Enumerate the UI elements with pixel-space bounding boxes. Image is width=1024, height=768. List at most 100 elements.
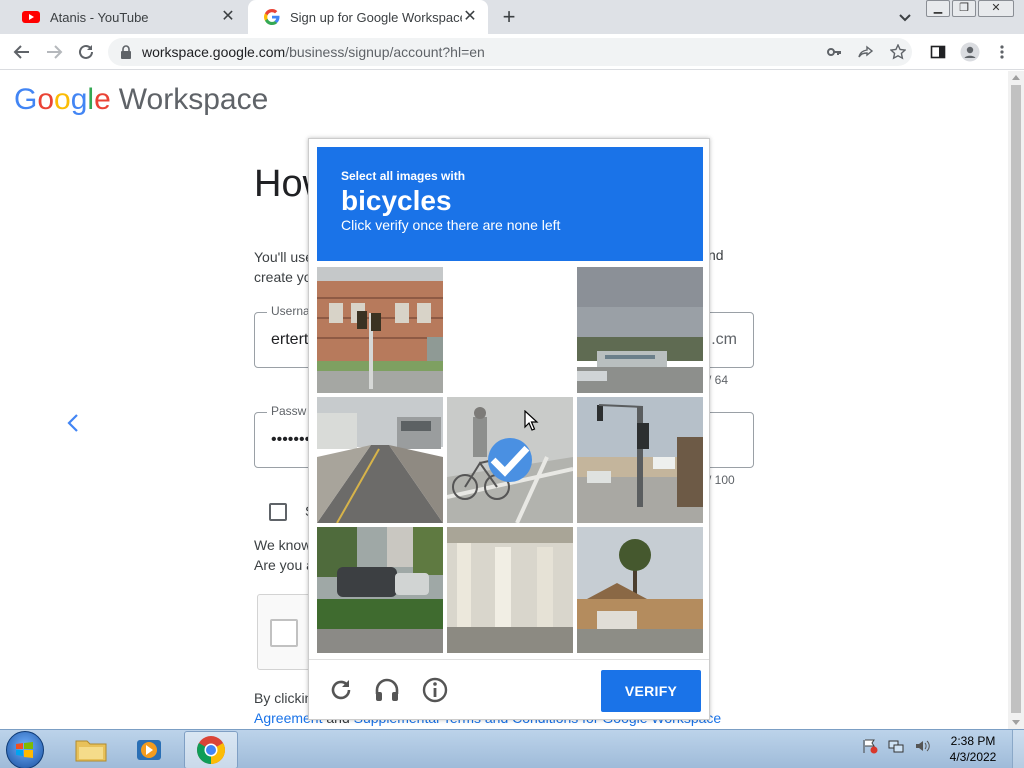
url-text: workspace.google.com/business/signup/acc… — [142, 44, 485, 60]
username-counter: / 64 — [708, 373, 729, 387]
tile-image — [447, 527, 573, 653]
chevron-down-icon[interactable] — [896, 8, 914, 26]
tile-image — [317, 527, 443, 653]
reload-button[interactable] — [74, 40, 98, 64]
folder-icon — [75, 740, 107, 762]
new-tab-button[interactable]: + — [498, 5, 520, 29]
recaptcha-challenge: Select all images with bicycles Click ve… — [308, 138, 710, 720]
selected-check-icon — [488, 438, 532, 482]
url-host: workspace.google.com — [142, 44, 286, 60]
image-tile-2[interactable] — [447, 267, 573, 393]
info-icon[interactable] — [421, 676, 449, 704]
audio-headphones-icon[interactable] — [373, 676, 401, 704]
mouse-cursor-icon — [524, 410, 539, 431]
tab-bar: Atanis - YouTube ✕ Sign up for Google Wo… — [0, 0, 1024, 34]
image-tile-7[interactable] — [317, 527, 443, 653]
password-label: Passw — [267, 404, 311, 418]
scrollbar-thumb[interactable] — [1011, 85, 1021, 713]
show-password-checkbox[interactable] — [269, 503, 287, 521]
robot-check-text: We know Are you a — [254, 535, 314, 575]
image-tile-3[interactable] — [577, 267, 703, 393]
restore-button[interactable]: ❐ — [952, 0, 976, 17]
profile-avatar-icon[interactable] — [958, 40, 982, 64]
tab-title: Sign up for Google Workspace — [290, 9, 462, 25]
username-value: ertert — [271, 331, 309, 348]
page-scrollbar[interactable] — [1008, 71, 1024, 729]
tab-close-icon[interactable]: ✕ — [220, 9, 236, 25]
password-counter: / 100 — [708, 473, 735, 487]
chevron-left-icon[interactable] — [62, 411, 86, 435]
workspace-wordmark: Workspace — [118, 83, 269, 116]
chrome-icon — [197, 736, 225, 764]
show-desktop-button[interactable] — [1012, 730, 1024, 768]
taskbar-file-explorer[interactable] — [64, 731, 118, 768]
share-icon[interactable] — [854, 40, 878, 64]
password-value: ••••••• — [271, 431, 311, 448]
tile-image — [317, 397, 443, 523]
tile-image — [577, 527, 703, 653]
url-path: /business/signup/account?hl=en — [285, 44, 485, 60]
recaptcha-checkbox[interactable] — [270, 619, 298, 647]
challenge-footer: VERIFY — [309, 659, 709, 721]
address-bar[interactable]: workspace.google.com/business/signup/acc… — [108, 38, 912, 66]
google-icon — [264, 9, 280, 25]
google-workspace-logo[interactable]: Google Workspace — [14, 83, 268, 117]
reload-icon[interactable] — [327, 676, 355, 704]
browser-toolbar: workspace.google.com/business/signup/acc… — [0, 34, 1024, 70]
bookmark-star-icon[interactable] — [886, 40, 910, 64]
system-tray — [862, 738, 930, 754]
taskbar-chrome[interactable] — [184, 731, 238, 768]
taskbar-media-player[interactable] — [122, 731, 176, 768]
username-label: Userna — [267, 304, 314, 318]
more-menu-icon[interactable] — [990, 40, 1014, 64]
youtube-icon — [22, 11, 40, 23]
challenge-hint: Click verify once there are none left — [341, 217, 561, 233]
key-icon[interactable] — [822, 40, 846, 64]
arrow-left-icon — [13, 45, 29, 59]
challenge-header: Select all images with bicycles Click ve… — [317, 147, 703, 261]
action-center-flag-icon[interactable] — [862, 738, 878, 754]
tile-image — [317, 267, 443, 393]
tab-title: Atanis - YouTube — [50, 9, 149, 25]
robot-check-line-2: Are you a — [254, 557, 314, 573]
tile-image — [577, 267, 703, 393]
robot-check-line-1: We know — [254, 537, 312, 553]
image-tile-1[interactable] — [317, 267, 443, 393]
side-panel-icon[interactable] — [926, 40, 950, 64]
image-tile-6[interactable] — [577, 397, 703, 523]
window-controls: ▁ ❐ ✕ — [926, 0, 1014, 17]
scroll-down-arrow[interactable] — [1012, 720, 1020, 725]
clock-date: 4/3/2022 — [949, 750, 997, 764]
arrow-right-icon — [47, 45, 63, 59]
challenge-target: bicycles — [341, 185, 452, 216]
challenge-instruction: Select all images with — [341, 169, 466, 183]
scroll-up-arrow[interactable] — [1012, 75, 1020, 80]
tab-youtube[interactable]: Atanis - YouTube ✕ — [6, 0, 246, 34]
windows-logo-icon — [16, 742, 33, 758]
image-tile-5-selected[interactable] — [447, 397, 573, 523]
close-window-button[interactable]: ✕ — [978, 0, 1014, 17]
verify-button[interactable]: VERIFY — [601, 670, 701, 712]
windows-taskbar: 2:38 PM 4/3/2022 — [0, 729, 1024, 768]
image-tile-4[interactable] — [317, 397, 443, 523]
image-tile-8[interactable] — [447, 527, 573, 653]
clock-time: 2:38 PM — [950, 734, 996, 748]
tab-google-workspace[interactable]: Sign up for Google Workspace ✕ — [248, 0, 488, 34]
minimize-button[interactable]: ▁ — [926, 0, 950, 17]
reload-icon — [79, 44, 93, 59]
start-button[interactable] — [6, 731, 44, 768]
network-icon[interactable] — [888, 738, 904, 754]
volume-icon[interactable] — [914, 738, 930, 754]
google-wordmark: Google — [14, 83, 111, 116]
system-clock[interactable]: 2:38 PM 4/3/2022 — [938, 733, 1008, 765]
image-tile-9[interactable] — [577, 527, 703, 653]
intro-paragraph-end: nd — [708, 247, 724, 263]
username-domain-suffix: .cm — [711, 331, 737, 348]
lock-icon — [121, 45, 131, 59]
tile-image — [577, 397, 703, 523]
tab-close-icon[interactable]: ✕ — [462, 9, 478, 25]
image-grid — [317, 267, 703, 653]
media-player-icon — [137, 740, 161, 760]
forward-button[interactable] — [42, 40, 66, 64]
back-button[interactable] — [10, 40, 34, 64]
